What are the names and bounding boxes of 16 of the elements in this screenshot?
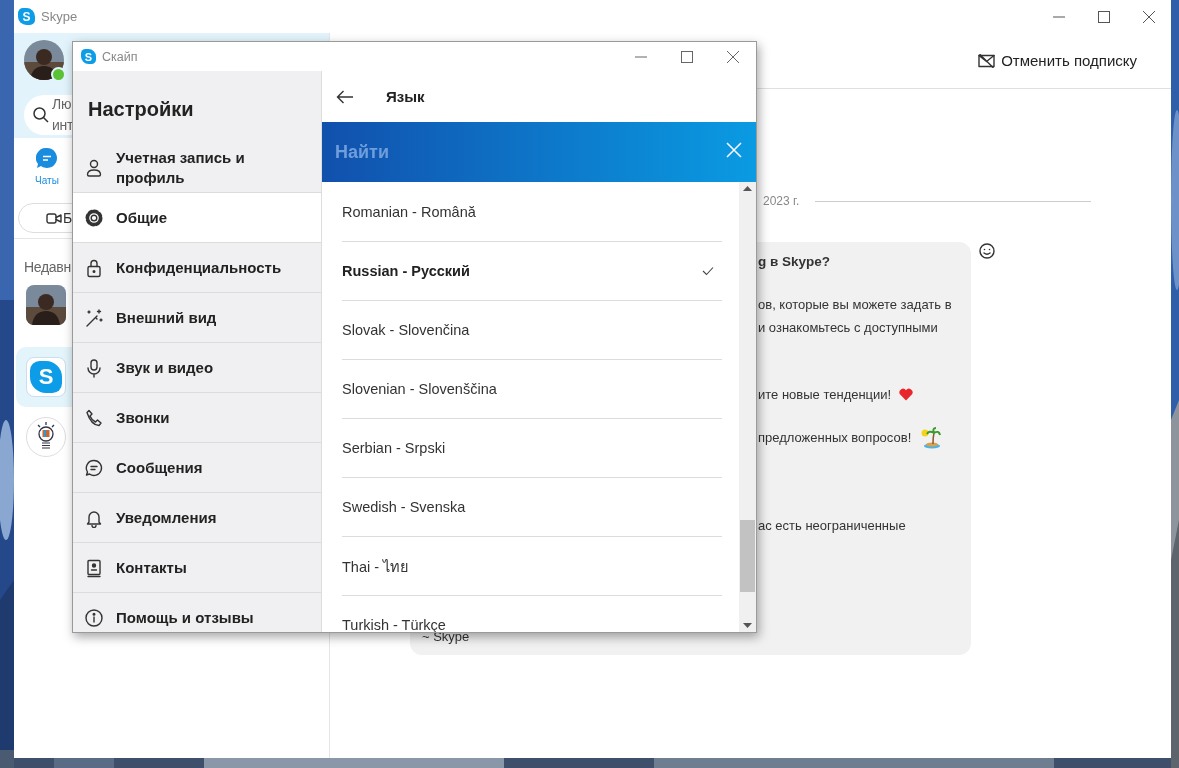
panel-title: Язык [386,88,425,105]
skype-logo: S [18,8,35,25]
message-text: ов, которые вы можете задать в [758,297,952,312]
message-text: предложенных вопросов! [758,430,912,445]
window-title: Skype [41,9,78,24]
search-placeholder: Найти [335,141,390,163]
date-separator: 2023 г. [763,194,800,208]
section-heading: Недавн [24,259,71,275]
window-title: Скайп [102,49,138,64]
settings-heading: Настройки [88,97,194,121]
message-title: g в Skype? [758,254,831,269]
message-text: ите новые тенденции! [758,387,892,402]
message-text: ас есть неограниченные [758,518,906,533]
message-text: и ознакомьтесь с доступными [758,320,938,335]
skype-logo: S [30,361,62,393]
skype-logo: S [81,49,96,64]
